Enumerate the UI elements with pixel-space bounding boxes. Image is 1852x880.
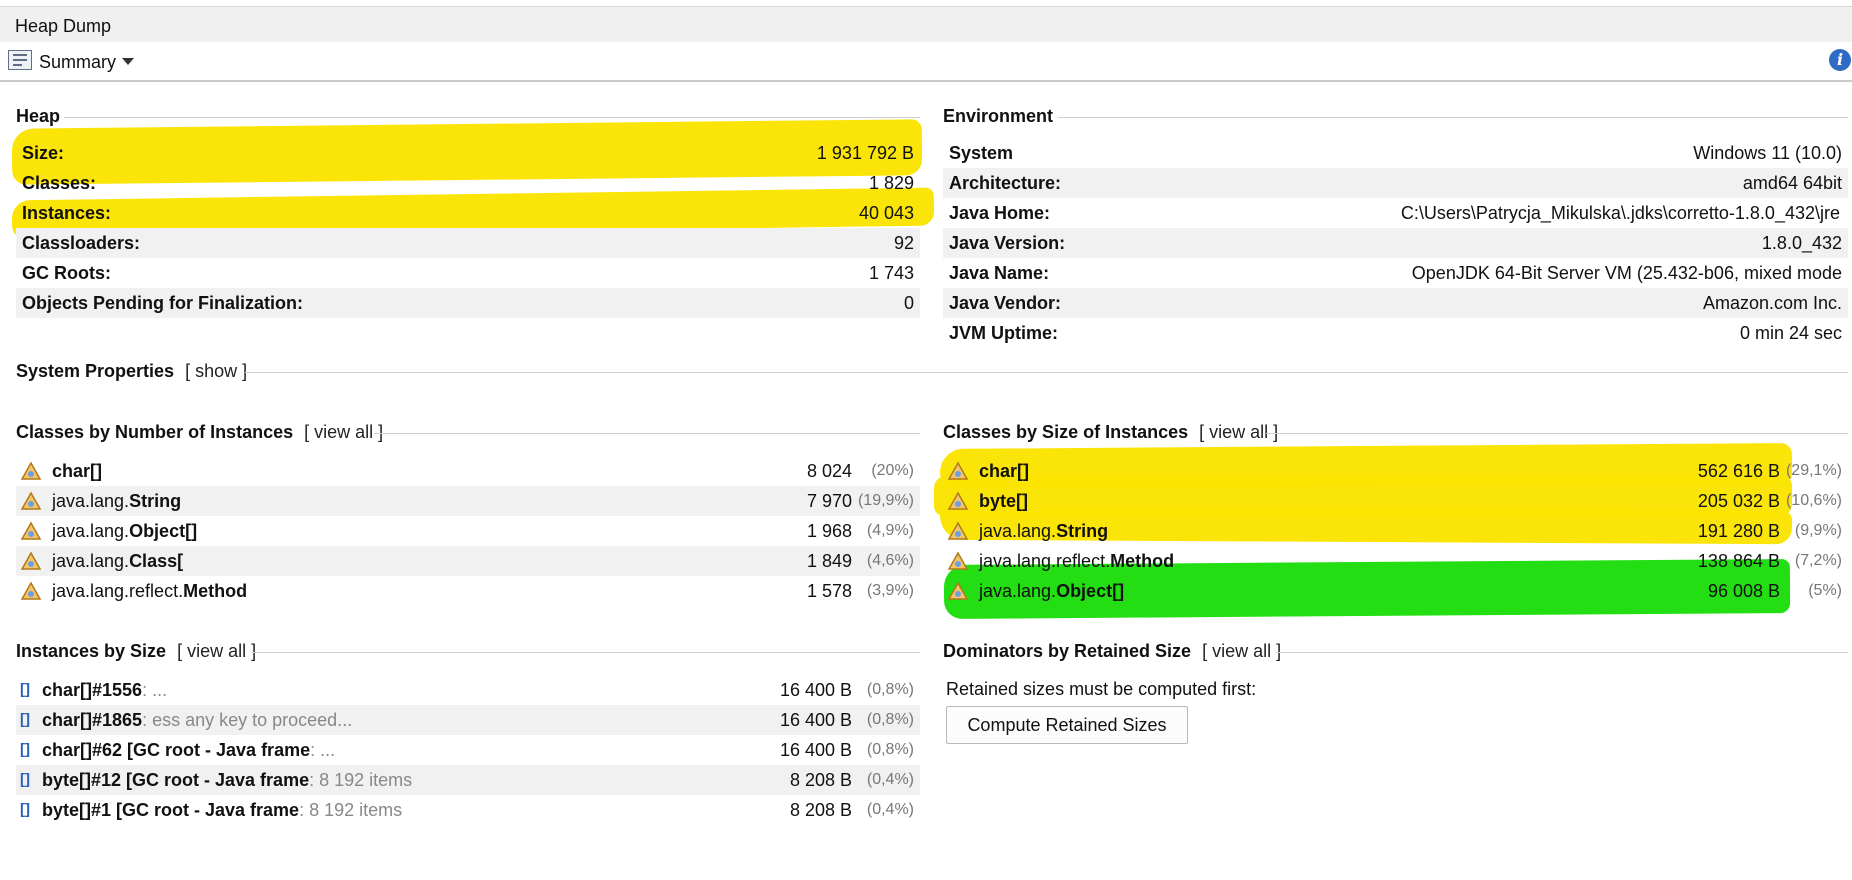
class-row[interactable]: java.lang.Class[ 1 849 (4,6%) — [16, 546, 920, 576]
classes-by-size-title: Classes by Size of Instances [ view all … — [943, 422, 1279, 442]
view-selector-label[interactable]: Summary — [39, 52, 116, 73]
classes-by-number-title: Classes by Number of Instances [ view al… — [16, 422, 384, 442]
show-system-properties-link[interactable]: [ show ] — [185, 361, 247, 381]
environment-row: Java Home: C:\Users\Patrycja_Mikulska\.j… — [949, 203, 1840, 223]
heap-row: Objects Pending for Finalization: 0 — [16, 288, 920, 318]
environment-table: System Windows 11 (10.0) Architecture: a… — [943, 138, 1848, 348]
divider — [1058, 117, 1848, 118]
class-icon — [947, 581, 969, 600]
view-all-link[interactable]: [ view all ] — [1202, 641, 1281, 661]
heap-row: Classes: 1 829 — [22, 173, 914, 193]
instance-row[interactable]: [] char[]#1865: ess any key to proceed..… — [16, 705, 920, 735]
divider — [1266, 433, 1848, 434]
summary-icon[interactable] — [8, 50, 32, 70]
class-row[interactable]: byte[] 205 032 B (10,6%) — [943, 486, 1848, 516]
divider — [1276, 652, 1848, 653]
array-icon: [] — [20, 801, 30, 818]
divider — [245, 372, 1848, 373]
dominators-title: Dominators by Retained Size [ view all ] — [943, 641, 1282, 661]
system-properties-title: System Properties [ show ] — [16, 361, 248, 381]
class-icon — [947, 491, 969, 510]
divider — [64, 117, 920, 118]
environment-row: Java Version: 1.8.0_432 — [943, 228, 1848, 258]
array-icon: [] — [20, 681, 30, 698]
instances-by-size-table: [] char[]#1556: ... 16 400 B (0,8%) [] c… — [16, 675, 920, 825]
array-icon: [] — [20, 771, 30, 788]
environment-row: Architecture: amd64 64bit — [943, 168, 1848, 198]
array-icon: [] — [20, 741, 30, 758]
environment-row: System Windows 11 (10.0) — [949, 143, 1842, 163]
view-all-link[interactable]: [ view all ] — [304, 422, 383, 442]
environment-section-title: Environment — [943, 106, 1054, 126]
class-row[interactable]: char[] 8 024 (20%) — [16, 456, 920, 486]
class-row[interactable]: java.lang.reflect.Method 138 864 B (7,2%… — [943, 546, 1848, 576]
view-toolbar: Summary i — [0, 42, 1852, 82]
heap-table: Size: 1 931 792 B Classes: 1 829 Instanc… — [16, 138, 920, 318]
heap-section-title: Heap — [16, 106, 61, 126]
array-icon: [] — [20, 711, 30, 728]
divider — [374, 433, 920, 434]
view-all-link[interactable]: [ view all ] — [1199, 422, 1278, 442]
heap-row: Classloaders: 92 — [16, 228, 920, 258]
view-all-link[interactable]: [ view all ] — [177, 641, 256, 661]
instance-row[interactable]: [] char[]#62 [GC root - Java frame: ... … — [16, 735, 920, 765]
heap-row: Size: 1 931 792 B — [22, 143, 914, 163]
class-row[interactable]: java.lang.String 7 970 (19,9%) — [16, 486, 920, 516]
heap-row: Instances: 40 043 — [22, 203, 914, 223]
class-icon — [947, 521, 969, 540]
document-title: Heap Dump — [15, 16, 112, 36]
dominators-message: Retained sizes must be computed first: — [946, 679, 1257, 699]
info-icon[interactable]: i — [1829, 49, 1851, 71]
class-icon — [20, 521, 42, 540]
environment-row: Java Vendor: Amazon.com Inc. — [943, 288, 1848, 318]
class-icon — [20, 491, 42, 510]
class-icon — [20, 551, 42, 570]
divider — [252, 652, 920, 653]
instance-row[interactable]: [] byte[]#1 [GC root - Java frame: 8 192… — [16, 795, 920, 825]
instances-by-size-title: Instances by Size [ view all ] — [16, 641, 257, 661]
class-icon — [947, 551, 969, 570]
classes-by-number-table: char[] 8 024 (20%) java.lang.String 7 97… — [16, 456, 920, 606]
instance-row[interactable]: [] char[]#1556: ... 16 400 B (0,8%) — [16, 675, 920, 705]
class-icon — [20, 581, 42, 600]
classes-by-size-table: char[] 562 616 B (29,1%) byte[] 205 032 … — [943, 456, 1848, 606]
document-tab[interactable]: Heap Dump — [0, 6, 1852, 42]
class-row[interactable]: char[] 562 616 B (29,1%) — [943, 456, 1848, 486]
class-row[interactable]: java.lang.Object[] 1 968 (4,9%) — [16, 516, 920, 546]
class-row[interactable]: java.lang.reflect.Method 1 578 (3,9%) — [16, 576, 920, 606]
instance-row[interactable]: [] byte[]#12 [GC root - Java frame: 8 19… — [16, 765, 920, 795]
class-icon — [20, 461, 42, 480]
class-row[interactable]: java.lang.String 191 280 B (9,9%) — [943, 516, 1848, 546]
compute-retained-sizes-button[interactable]: Compute Retained Sizes — [946, 706, 1188, 744]
class-icon — [947, 461, 969, 480]
heap-row: GC Roots: 1 743 — [22, 263, 914, 283]
environment-row: JVM Uptime: 0 min 24 sec — [949, 323, 1842, 343]
class-row[interactable]: java.lang.Object[] 96 008 B (5%) — [943, 576, 1848, 606]
chevron-down-icon[interactable] — [122, 58, 134, 65]
environment-row: Java Name: OpenJDK 64-Bit Server VM (25.… — [949, 263, 1842, 283]
